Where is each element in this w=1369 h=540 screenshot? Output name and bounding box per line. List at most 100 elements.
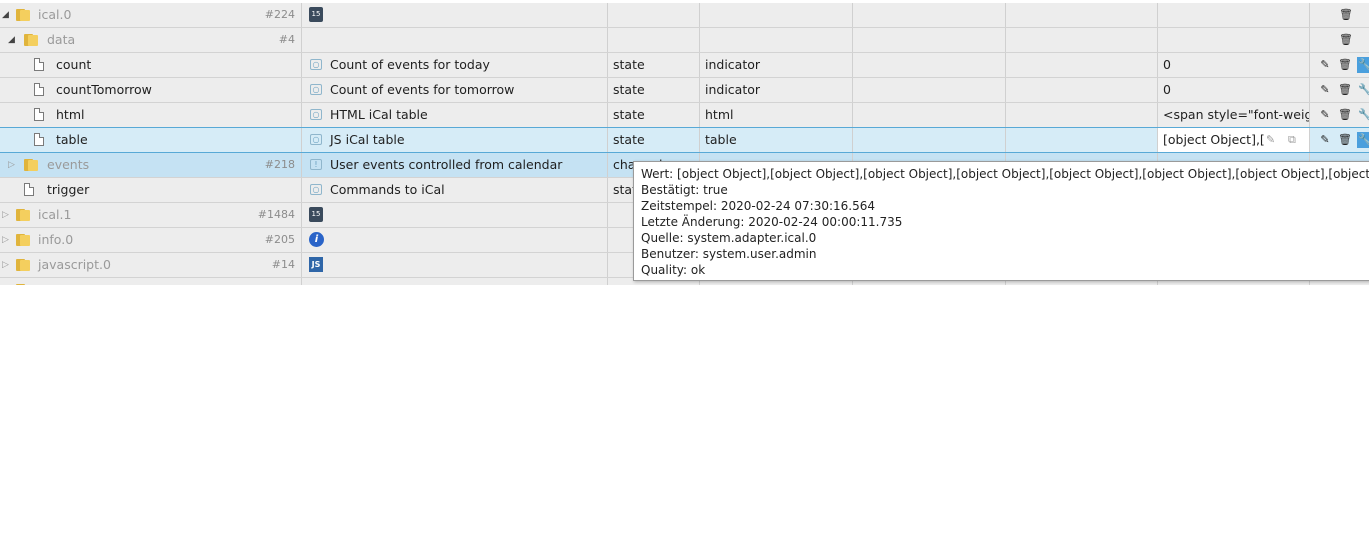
tree-row-table[interactable]: table ○ JS iCal table state table [objec… xyxy=(0,127,1369,153)
description-cell: ○ Commands to iCal xyxy=(302,178,608,202)
value-cell[interactable]: <span style="font-weight xyxy=(1158,103,1310,127)
actions-cell: 🗑 xyxy=(1310,28,1369,52)
event-icon: ! xyxy=(310,159,322,170)
delete-icon[interactable]: 🗑 xyxy=(1338,32,1354,48)
description-cell: JS xyxy=(302,253,608,277)
tree-row-ical-0[interactable]: ◢ ical.0 #224 15 🗑 xyxy=(0,3,1369,28)
state-icon: ○ xyxy=(310,84,322,95)
edit-icon[interactable]: ✎ xyxy=(1317,82,1333,98)
description-text: User events controlled from calendar xyxy=(330,157,563,172)
object-count: #224 xyxy=(264,8,295,21)
folder-icon xyxy=(24,34,38,46)
object-name: table xyxy=(56,132,88,147)
role-cell: indicator xyxy=(700,53,853,77)
expanded-triangle-icon[interactable]: ◢ xyxy=(2,3,9,27)
object-name: javascript.0 xyxy=(38,257,111,272)
tree-row-count[interactable]: count ○ Count of events for today state … xyxy=(0,53,1369,78)
type-cell: state xyxy=(608,103,700,127)
edit-icon[interactable]: ✎ xyxy=(1317,132,1333,148)
settings-icon[interactable]: 🔧 xyxy=(1357,132,1369,148)
delete-icon[interactable]: 🗑 xyxy=(1337,82,1353,98)
file-icon xyxy=(24,183,34,196)
object-name: count xyxy=(56,57,92,72)
name-cell xyxy=(0,278,302,285)
name-cell: trigger xyxy=(0,178,302,202)
collapsed-triangle-icon[interactable]: ▷ xyxy=(2,253,9,277)
object-name: events xyxy=(47,157,90,172)
description-cell: 15 xyxy=(302,203,608,227)
type-cell: state xyxy=(608,128,700,152)
description-text: JS iCal table xyxy=(330,132,405,147)
file-icon xyxy=(34,58,44,71)
name-cell: ▷ info.0 #205 xyxy=(0,228,302,252)
collapsed-triangle-icon[interactable]: ▷ xyxy=(8,153,15,177)
name-cell: countTomorrow xyxy=(0,78,302,102)
description-cell: ! User events controlled from calendar xyxy=(302,153,608,177)
object-count: #4 xyxy=(278,33,295,46)
folder-icon xyxy=(16,284,30,285)
edit-icon[interactable]: ✎ xyxy=(1317,107,1333,123)
object-name: info.0 xyxy=(38,232,74,247)
info-icon: i xyxy=(309,232,324,247)
value-cell[interactable]: 0 xyxy=(1158,53,1310,77)
type-cell: state xyxy=(608,53,700,77)
actions-cell: ✎ 🗑 🔧 xyxy=(1310,78,1369,102)
actions-cell: 🗑 xyxy=(1310,3,1369,27)
tree-row-data[interactable]: ◢ data #4 🗑 xyxy=(0,28,1369,53)
object-name: countTomorrow xyxy=(56,82,152,97)
name-cell: html xyxy=(0,103,302,127)
delete-icon[interactable]: 🗑 xyxy=(1337,57,1353,73)
state-icon: ○ xyxy=(310,184,322,195)
tree-row-counttomorrow[interactable]: countTomorrow ○ Count of events for tomo… xyxy=(0,78,1369,103)
description-text: Count of events for today xyxy=(330,57,490,72)
object-count: #218 xyxy=(264,158,295,171)
state-icon: ○ xyxy=(310,59,322,70)
description-text: Count of events for tomorrow xyxy=(330,82,515,97)
object-count: #205 xyxy=(264,233,295,246)
settings-icon[interactable]: 🔧 xyxy=(1357,57,1369,73)
tooltip-user: Benutzer: system.user.admin xyxy=(641,247,817,261)
description-cell: i xyxy=(302,228,608,252)
tooltip-value: Wert: [object Object],[object Object],[o… xyxy=(641,167,1369,181)
calendar-icon: 15 xyxy=(309,207,323,222)
name-cell: ▷ ical.1 #1484 xyxy=(0,203,302,227)
description-cell: 15 xyxy=(302,3,608,27)
expanded-triangle-icon[interactable]: ◢ xyxy=(8,28,15,52)
collapsed-triangle-icon[interactable]: ▷ xyxy=(2,203,9,227)
state-icon: ○ xyxy=(310,134,322,145)
value-cell[interactable]: [object Object],[ ✎ ⧉ xyxy=(1158,128,1310,152)
tree-row-html[interactable]: html ○ HTML iCal table state html <span … xyxy=(0,103,1369,128)
copy-icon[interactable]: ⧉ xyxy=(1288,128,1296,152)
role-cell: html xyxy=(700,103,853,127)
delete-icon[interactable]: 🗑 xyxy=(1338,7,1354,23)
edit-icon[interactable]: ✎ xyxy=(1317,57,1333,73)
folder-icon xyxy=(16,259,30,271)
settings-icon[interactable]: 🔧 xyxy=(1357,107,1369,123)
role-cell: table xyxy=(700,128,853,152)
tooltip-quality: Quality: ok xyxy=(641,263,706,277)
name-cell: table xyxy=(0,128,302,152)
object-name: html xyxy=(56,107,85,122)
delete-icon[interactable]: 🗑 xyxy=(1337,107,1353,123)
state-value-tooltip: Wert: [object Object],[object Object],[o… xyxy=(633,161,1369,281)
description-cell: ○ JS iCal table xyxy=(302,128,608,152)
name-cell: ▷ events #218 xyxy=(0,153,302,177)
delete-icon[interactable]: 🗑 xyxy=(1337,132,1353,148)
name-cell: ◢ ical.0 #224 xyxy=(0,3,302,27)
value-cell[interactable]: 0 xyxy=(1158,78,1310,102)
folder-icon xyxy=(24,159,38,171)
object-count: #1484 xyxy=(257,208,295,221)
collapsed-triangle-icon[interactable]: ▷ xyxy=(2,228,9,252)
type-cell: state xyxy=(608,78,700,102)
name-cell: ◢ data #4 xyxy=(0,28,302,52)
file-icon xyxy=(34,133,44,146)
edit-value-icon[interactable]: ✎ xyxy=(1266,128,1275,152)
js-icon: JS xyxy=(309,257,323,272)
tooltip-timestamp: Zeitstempel: 2020-02-24 07:30:16.564 xyxy=(641,199,876,213)
name-cell: count xyxy=(0,53,302,77)
description-text: Commands to iCal xyxy=(330,182,445,197)
object-name: trigger xyxy=(47,182,90,197)
calendar-icon: 15 xyxy=(309,7,323,22)
settings-icon[interactable]: 🔧 xyxy=(1357,82,1369,98)
description-cell: ○ Count of events for tomorrow xyxy=(302,78,608,102)
